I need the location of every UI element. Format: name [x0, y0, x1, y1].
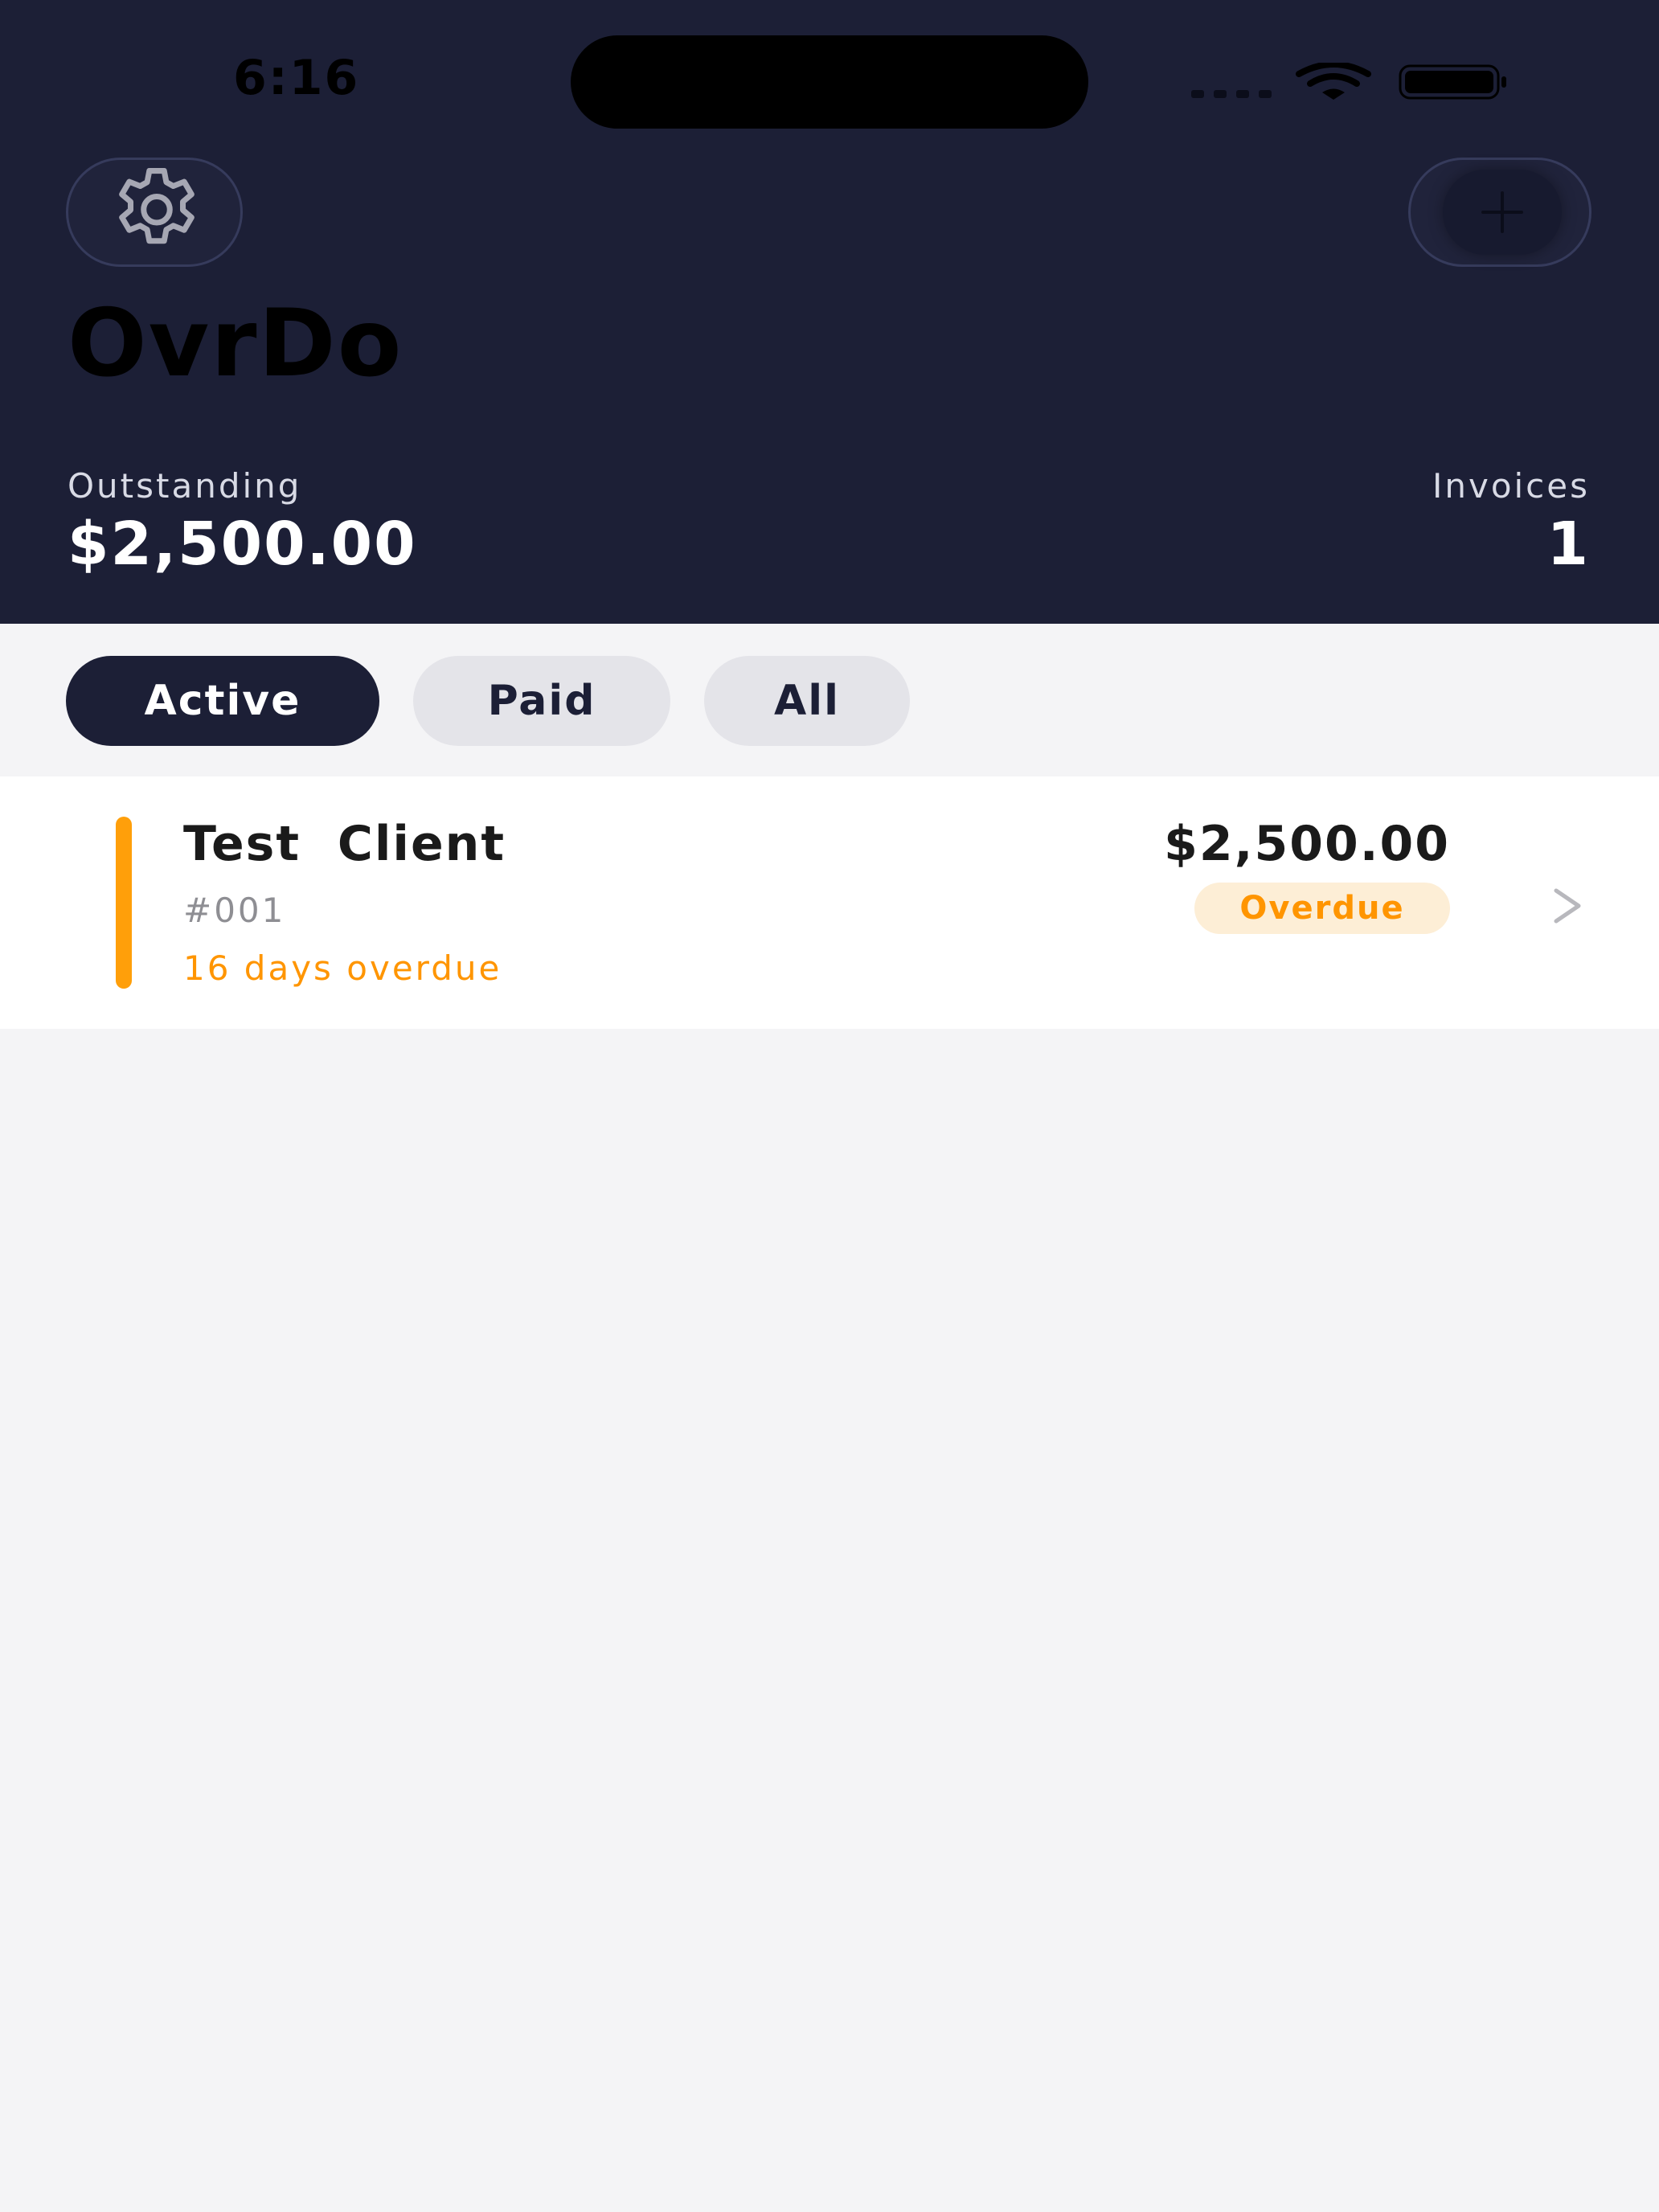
outstanding-label: Outstanding	[68, 466, 302, 506]
outstanding-value: $2,500.00	[68, 510, 417, 579]
invoice-row[interactable]: Test Client #001 16 days overdue $2,500.…	[0, 776, 1659, 1029]
filter-chip-all[interactable]: All	[704, 656, 910, 746]
settings-button[interactable]	[66, 158, 243, 267]
filter-chip-paid[interactable]: Paid	[413, 656, 670, 746]
filter-bar: Active Paid All	[0, 624, 1659, 776]
gear-icon	[119, 168, 195, 244]
app-title: OvrDo	[68, 289, 403, 398]
wifi-icon	[1296, 63, 1371, 100]
status-badge: Overdue	[1194, 883, 1450, 934]
dynamic-island	[571, 35, 1088, 129]
overdue-days-text: 16 days overdue	[183, 948, 502, 988]
battery-icon	[1399, 64, 1506, 100]
plus-icon	[1481, 191, 1523, 233]
cellular-signal-icon	[1191, 90, 1272, 98]
add-invoice-button[interactable]	[1408, 158, 1591, 267]
invoice-number: #001	[183, 891, 286, 930]
client-name: Test Client	[183, 816, 506, 872]
status-bar-time: 6:16	[233, 50, 360, 106]
invoice-amount: $2,500.00	[1164, 816, 1450, 872]
add-button-inner	[1443, 170, 1562, 255]
app-header: 6:16 OvrDo Outstanding $2,500.00 Invoice…	[0, 0, 1659, 624]
invoices-count: 1	[1546, 510, 1590, 579]
filter-chip-active[interactable]: Active	[66, 656, 379, 746]
chevron-right-icon	[1554, 888, 1581, 924]
status-accent-bar	[116, 817, 132, 989]
invoices-label: Invoices	[1432, 466, 1590, 506]
